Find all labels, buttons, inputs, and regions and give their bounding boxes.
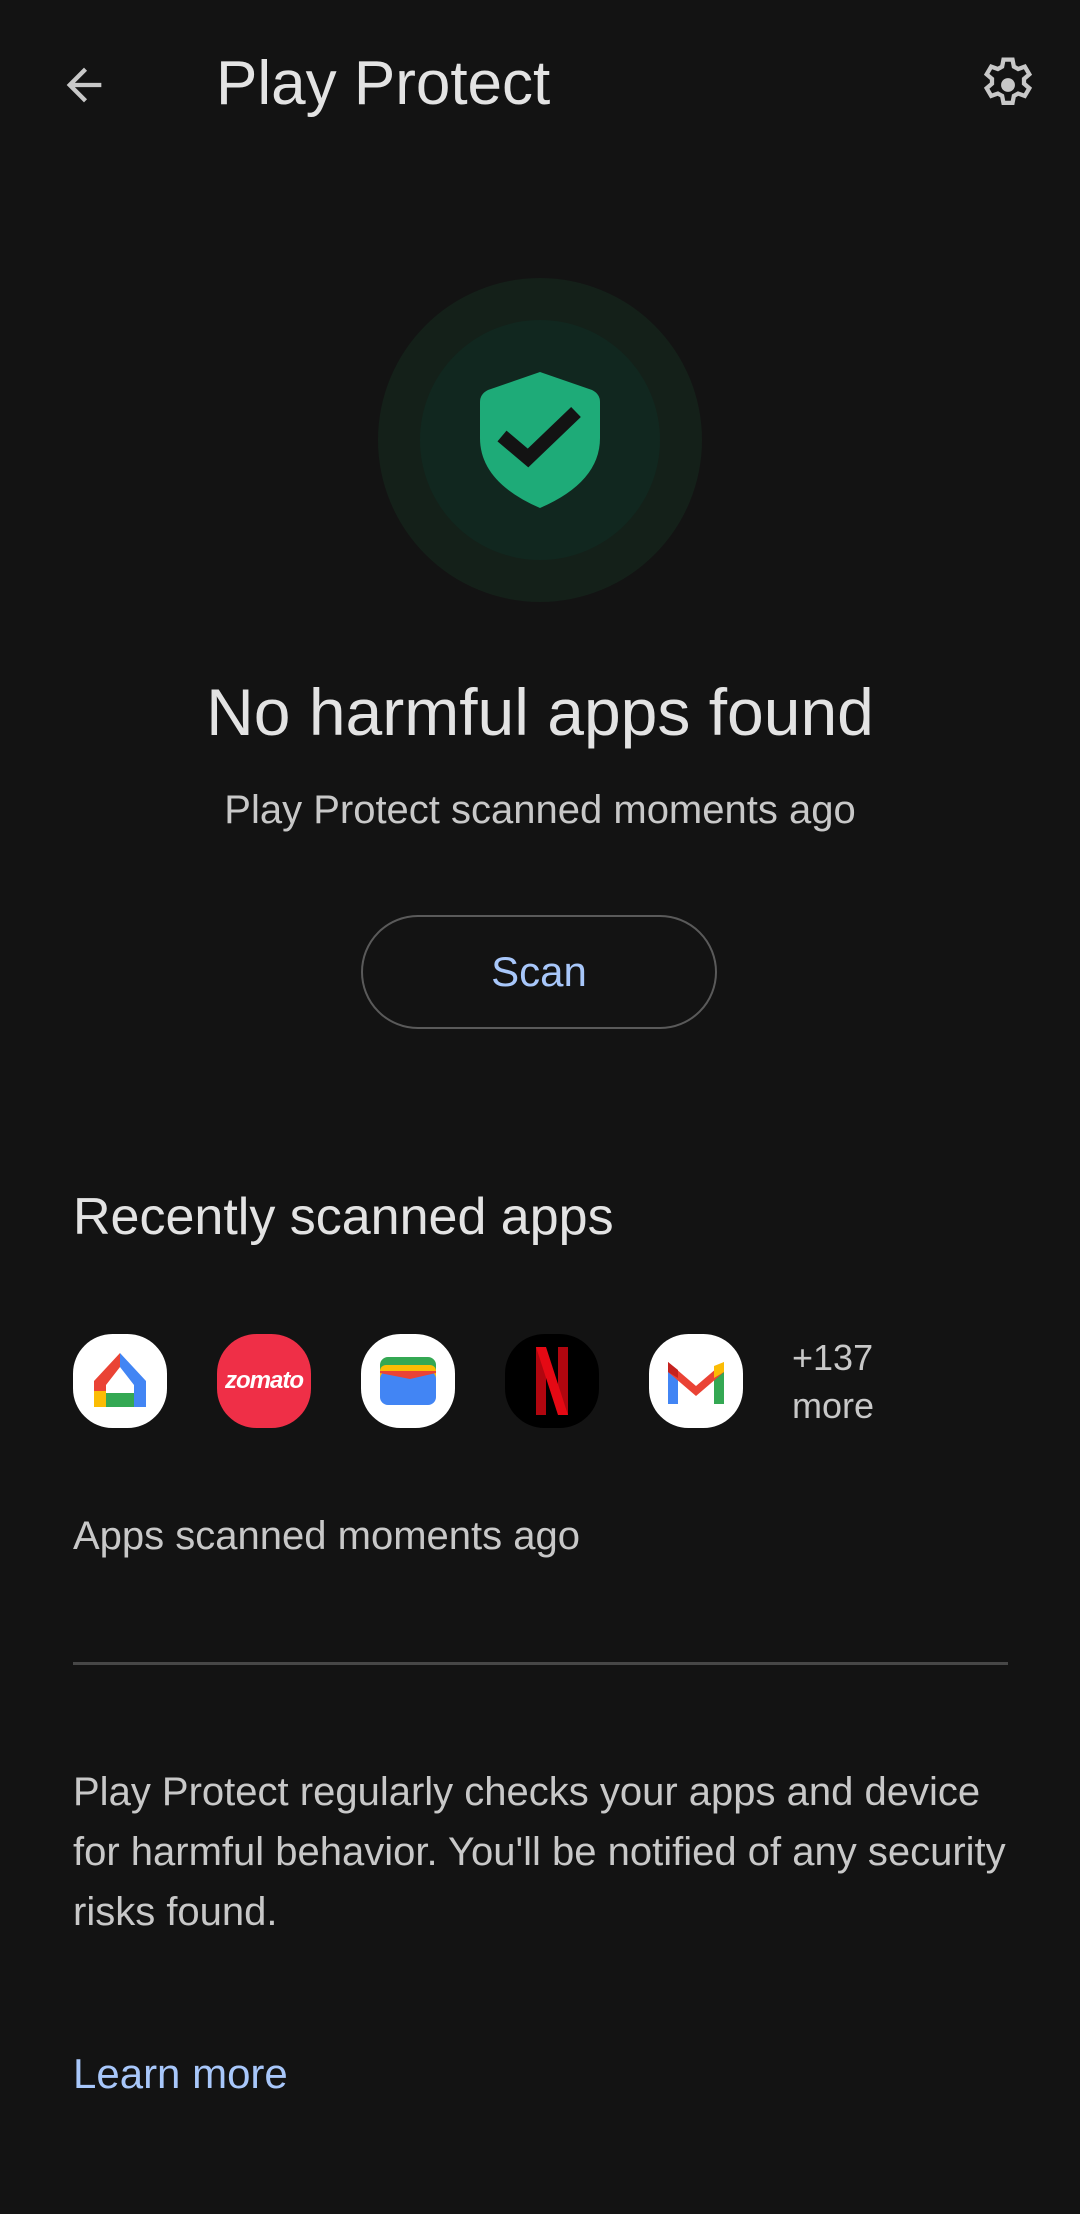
arrow-left-icon (66, 67, 102, 103)
zomato-logo-text: zomato (225, 1367, 304, 1394)
more-count: +137 (792, 1337, 874, 1378)
recent-apps-title: Recently scanned apps (73, 1188, 614, 1246)
status-subtitle: Play Protect scanned moments ago (224, 788, 856, 832)
google-home-icon[interactable] (73, 1334, 167, 1428)
settings-button[interactable] (968, 45, 1048, 125)
status-shield (378, 278, 702, 602)
description-text: Play Protect regularly checks your apps … (73, 1770, 1006, 1934)
more-label: more (792, 1385, 875, 1426)
zomato-icon[interactable]: zomato (217, 1334, 311, 1428)
netflix-icon[interactable] (505, 1334, 599, 1428)
gmail-icon[interactable] (649, 1334, 743, 1428)
recent-apps-list: zomato (73, 1334, 793, 1428)
shield-check-icon (480, 372, 600, 508)
divider (73, 1662, 1008, 1665)
apps-scanned-status: Apps scanned moments ago (73, 1514, 580, 1558)
page-title: Play Protect (216, 49, 551, 118)
more-apps-count[interactable]: +137 more (792, 1334, 874, 1430)
gear-icon (983, 57, 1033, 105)
learn-more-link[interactable]: Learn more (73, 2046, 288, 2102)
back-button[interactable] (44, 45, 124, 125)
google-wallet-icon[interactable] (361, 1334, 455, 1428)
status-headline: No harmful apps found (206, 675, 874, 749)
scan-button[interactable]: Scan (361, 915, 717, 1029)
